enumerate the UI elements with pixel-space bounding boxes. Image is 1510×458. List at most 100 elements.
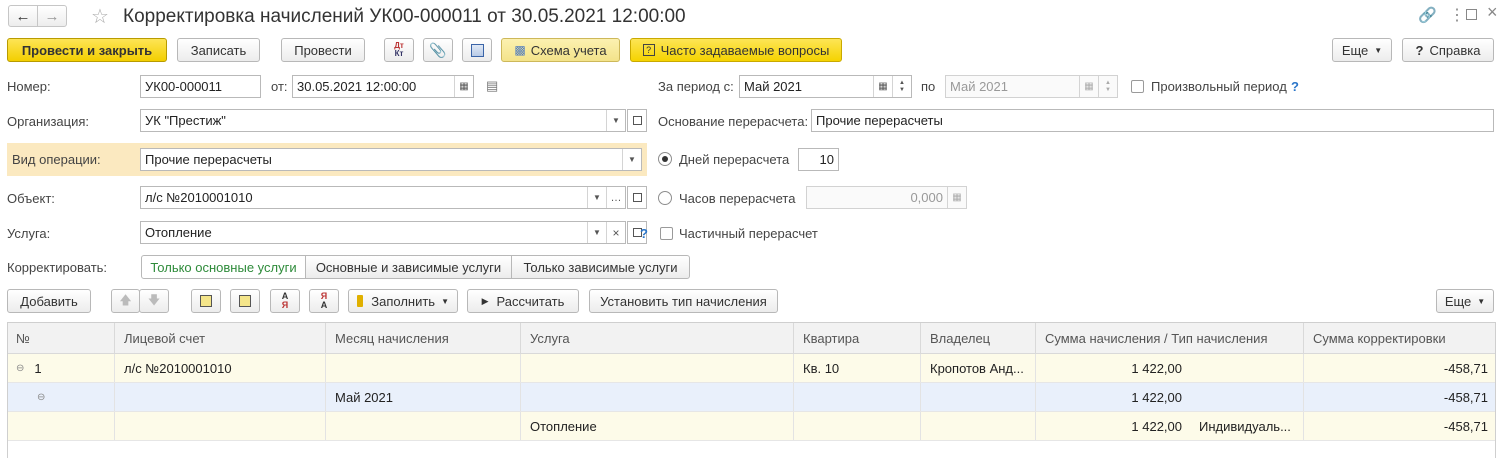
calendar-icon[interactable]: ▦: [873, 76, 892, 97]
calendar-icon[interactable]: ▦: [454, 76, 473, 97]
column-header-account[interactable]: Лицевой счет: [114, 323, 325, 353]
collapse-minus-icon[interactable]: ⊖: [16, 363, 24, 374]
table-row[interactable]: ⊖ Май 2021 1 422,00 -458,71: [7, 383, 1496, 412]
organization-input[interactable]: УК "Престиж" ▼: [140, 109, 626, 132]
days-input[interactable]: 10: [798, 148, 839, 171]
calculate-button[interactable]: ▶ Рассчитать: [467, 289, 579, 313]
structure-button[interactable]: [462, 38, 492, 62]
post-and-close-button[interactable]: Провести и закрыть: [7, 38, 167, 62]
period-from-input[interactable]: Май 2021 ▦ ▲ ▼: [739, 75, 912, 98]
open-organization-button[interactable]: [627, 109, 647, 132]
arbitrary-period-checkbox[interactable]: [1131, 80, 1144, 93]
operation-type-label: Вид операции:: [12, 152, 101, 167]
segment-main-dependent[interactable]: Основные и зависимые услуги: [305, 255, 512, 279]
days-value: 10: [819, 152, 834, 167]
service-cell: [520, 354, 793, 382]
table-row[interactable]: Отопление 1 422,00 Индивидуаль... -458,7…: [7, 412, 1496, 441]
basis-value: Прочие перерасчеты: [816, 113, 943, 128]
dropdown-arrow-icon: ▼: [1477, 296, 1486, 306]
move-up-button[interactable]: 🡅: [111, 289, 140, 313]
scheme-icon: ▩: [514, 43, 526, 57]
column-header-service[interactable]: Услуга: [520, 323, 793, 353]
column-header-correction[interactable]: Сумма корректировки: [1303, 323, 1496, 353]
correction-cell: -458,71: [1303, 383, 1496, 411]
link-icon[interactable]: 🔗: [1418, 6, 1437, 24]
service-help-question-icon[interactable]: ?: [640, 226, 648, 241]
table-more-label: Еще: [1444, 293, 1472, 309]
accounting-scheme-label: Схема учета: [530, 42, 607, 58]
faq-button[interactable]: ? Часто задаваемые вопросы: [630, 38, 842, 62]
days-radio[interactable]: [658, 152, 672, 166]
account-cell: [114, 383, 325, 411]
period-to-input[interactable]: Май 2021 ▦ ▲ ▼: [945, 75, 1118, 98]
sort-desc-button[interactable]: ЯА: [309, 289, 339, 313]
expand-all-button[interactable]: [191, 289, 221, 313]
row-number-cell: [7, 412, 114, 440]
maximize-icon[interactable]: [1466, 9, 1477, 20]
column-header-sum[interactable]: Сумма начисления / Тип начисления: [1035, 323, 1303, 353]
open-form-icon: [632, 116, 642, 125]
segment-only-dependent[interactable]: Только зависимые услуги: [511, 255, 690, 279]
calculator-icon: ▦: [947, 187, 966, 208]
help-question-icon[interactable]: ?: [1291, 79, 1299, 94]
number-input[interactable]: УК00-000011: [140, 75, 261, 98]
add-row-button[interactable]: Добавить: [7, 289, 91, 313]
period-to-value: Май 2021: [950, 79, 1008, 94]
service-value: Отопление: [145, 225, 212, 240]
arrow-down-icon: 🡇: [147, 292, 161, 307]
move-down-button[interactable]: 🡇: [139, 289, 169, 313]
open-object-button[interactable]: [627, 186, 647, 209]
column-header-flat[interactable]: Квартира: [793, 323, 920, 353]
organization-value: УК "Престиж": [145, 113, 226, 128]
nav-back-button[interactable]: ←: [8, 5, 38, 27]
dropdown-arrow-icon[interactable]: ▼: [606, 110, 625, 131]
object-input[interactable]: л/с №2010001010 ▼ …: [140, 186, 626, 209]
more-actions-label: Еще: [1341, 42, 1369, 58]
favorite-star-icon[interactable]: ☆: [91, 4, 109, 29]
hours-input[interactable]: 0,000 ▦: [806, 186, 967, 209]
date-input[interactable]: 30.05.2021 12:00:00 ▦: [292, 75, 474, 98]
column-header-number[interactable]: №: [7, 323, 114, 353]
column-header-month[interactable]: Месяц начисления: [325, 323, 520, 353]
collapse-tree-icon: [239, 295, 251, 307]
basis-input[interactable]: Прочие перерасчеты: [811, 109, 1494, 132]
nav-forward-button[interactable]: →: [37, 5, 67, 27]
flat-cell: Кв. 10: [793, 354, 920, 382]
help-button[interactable]: ? Справка: [1402, 38, 1494, 62]
more-actions-button[interactable]: Еще ▼: [1332, 38, 1392, 62]
close-icon[interactable]: ×: [1487, 2, 1498, 23]
dropdown-arrow-icon[interactable]: ▼: [622, 149, 641, 170]
clear-icon[interactable]: ×: [606, 222, 625, 243]
segment-only-main[interactable]: Только основные услуги: [141, 255, 306, 279]
more-vertical-icon[interactable]: ⋮: [1449, 5, 1465, 25]
post-button[interactable]: Провести: [281, 38, 365, 62]
accounting-scheme-button[interactable]: ▩ Схема учета: [501, 38, 620, 62]
play-icon: ▶: [481, 295, 489, 306]
column-header-owner[interactable]: Владелец: [920, 323, 1035, 353]
set-accrual-type-button[interactable]: Установить тип начисления: [589, 289, 778, 313]
row-number-cell: ⊖: [7, 383, 114, 411]
partial-recalc-checkbox[interactable]: [660, 227, 673, 240]
spin-stepper-icon[interactable]: ▲ ▼: [892, 76, 911, 97]
sort-descending-icon: ЯА: [320, 291, 328, 310]
fill-button[interactable]: Заполнить ▼: [348, 289, 458, 313]
save-button[interactable]: Записать: [177, 38, 260, 62]
period-to-label: по: [921, 79, 936, 94]
dropdown-arrow-icon[interactable]: ▼: [587, 187, 606, 208]
arrow-up-icon: 🡅: [119, 292, 132, 307]
table-row[interactable]: ⊖ 1 л/с №2010001010 Кв. 10 Кропотов Анд.…: [7, 354, 1496, 383]
operation-type-select[interactable]: Прочие перерасчеты ▼: [140, 148, 642, 171]
comment-icon[interactable]: ▤: [486, 78, 498, 94]
select-ellipsis-icon[interactable]: …: [606, 187, 625, 208]
sort-asc-button[interactable]: АЯ: [270, 289, 300, 313]
service-input[interactable]: Отопление ▼ ×: [140, 221, 626, 244]
dt-kt-button[interactable]: Дт Кт: [384, 38, 414, 62]
hours-radio[interactable]: [658, 191, 672, 205]
table-more-button[interactable]: Еще ▼: [1436, 289, 1494, 313]
faq-label: Часто задаваемые вопросы: [660, 42, 830, 58]
collapse-minus-icon[interactable]: ⊖: [37, 392, 45, 403]
attachment-button[interactable]: 📎: [423, 38, 453, 62]
dropdown-arrow-icon[interactable]: ▼: [587, 222, 606, 243]
collapse-all-button[interactable]: [230, 289, 260, 313]
month-cell: Май 2021: [325, 383, 520, 411]
